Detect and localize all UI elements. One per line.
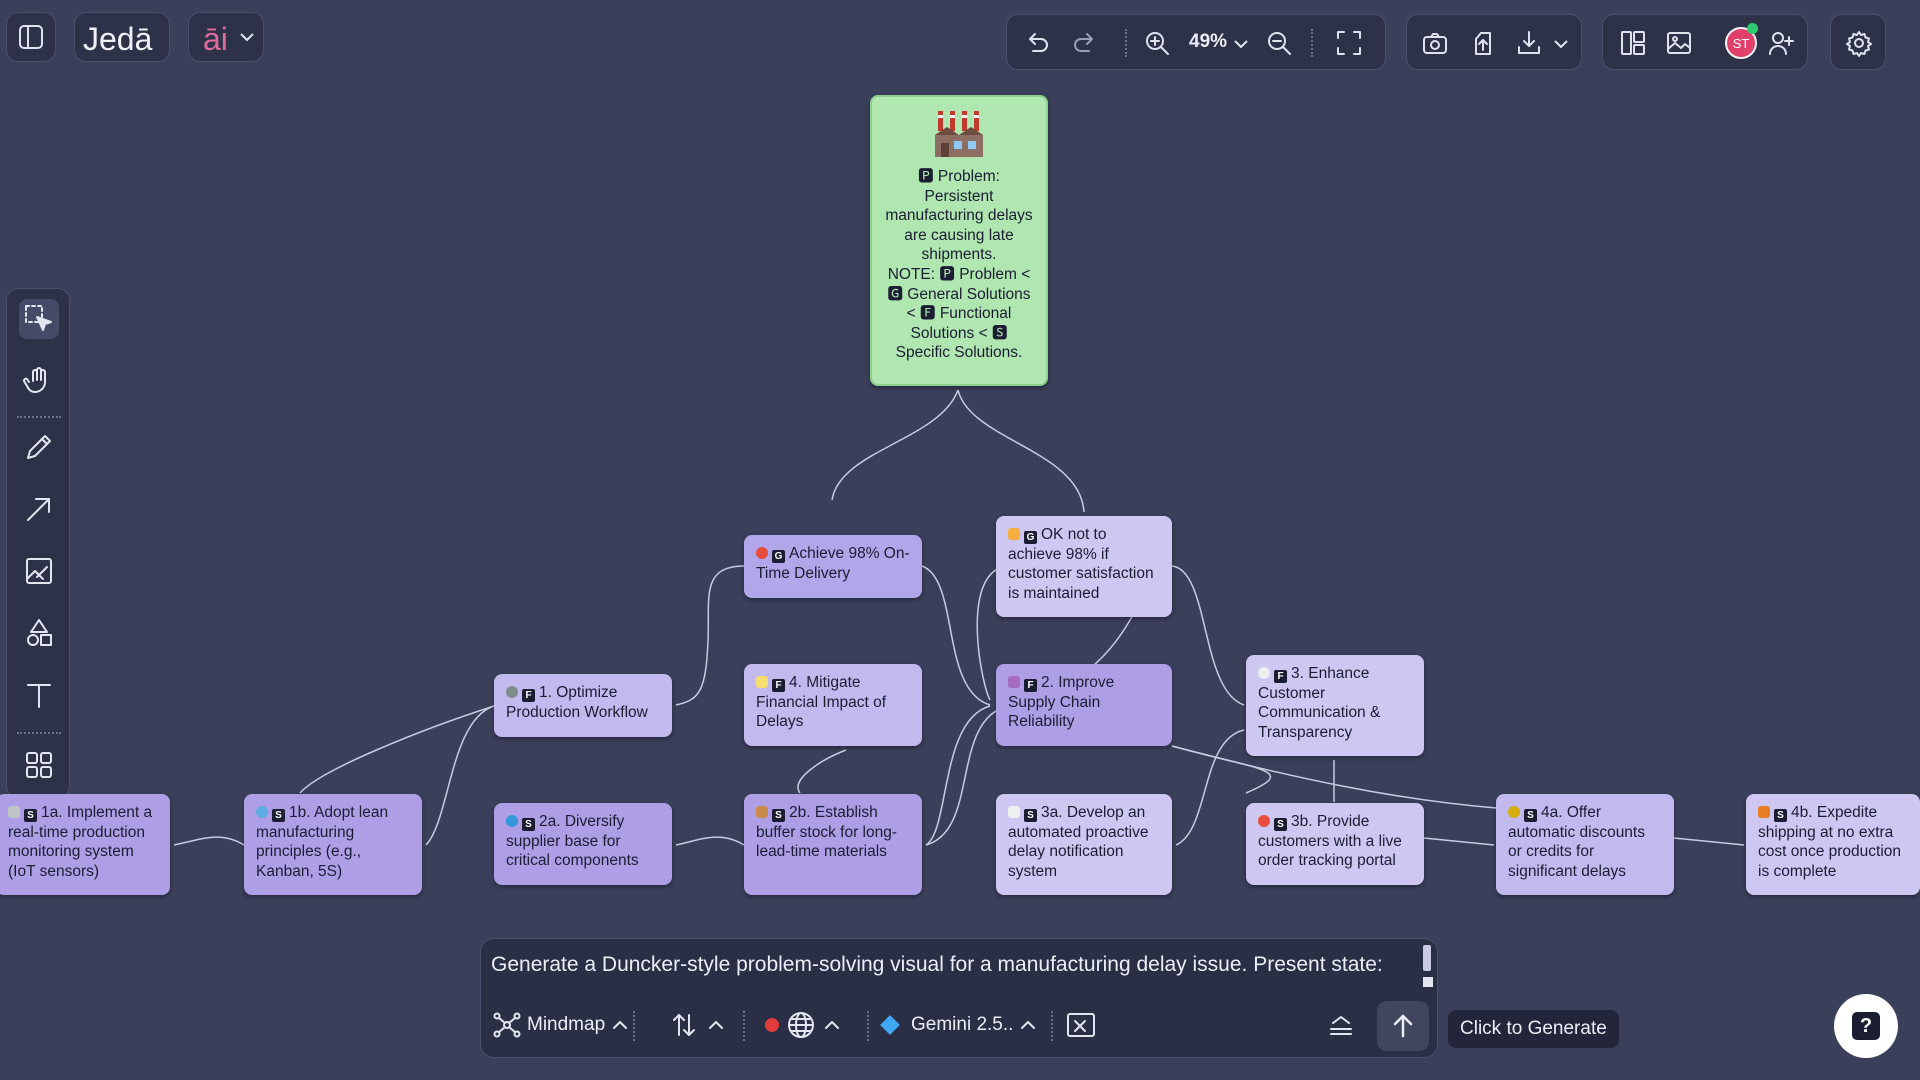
general-solution-node[interactable]: G Achieve 98% On-Time Delivery: [744, 535, 922, 598]
specific-solution-node[interactable]: S 1b. Adopt lean manufacturing principles…: [244, 794, 422, 895]
root-problem-node[interactable]: 🅿 Problem: Persistent manufacturing dela…: [870, 95, 1048, 386]
attach-button[interactable]: [1065, 1005, 1097, 1045]
help-button[interactable]: ?: [1834, 994, 1898, 1058]
specific-tag-icon: S: [1524, 809, 1537, 822]
specific-solution-node[interactable]: S 2a. Diversify supplier base for critica…: [494, 803, 672, 885]
general-solution-node[interactable]: G OK not to achieve 98% if customer satis…: [996, 516, 1172, 617]
specific-tag-icon: S: [772, 809, 785, 822]
functional-tag-icon: F: [772, 679, 785, 692]
specific-tag-icon: S: [24, 809, 37, 822]
connector: [675, 565, 745, 706]
general-tag-icon: G: [1024, 531, 1037, 544]
collapse-button[interactable]: [1327, 1005, 1355, 1045]
toolbar-divider: [1051, 1011, 1053, 1041]
specific-tag-icon: S: [522, 818, 535, 831]
connector: [957, 389, 1085, 513]
truck-icon: [1758, 806, 1770, 818]
generate-button[interactable]: [1377, 1001, 1429, 1051]
connector: [675, 836, 745, 846]
chevron-up-icon: [825, 1021, 839, 1029]
globe-icon: [788, 1012, 814, 1038]
direction-selector[interactable]: [671, 1005, 725, 1045]
model-selector[interactable]: Gemini 2.5..: [880, 1005, 1037, 1045]
functional-solution-node[interactable]: F 1. Optimize Production Workflow: [494, 674, 672, 737]
money-icon: [756, 676, 768, 688]
toolbar-divider: [743, 1011, 745, 1041]
functional-solution-node[interactable]: F 4. Mitigate Financial Impact of Delays: [744, 664, 922, 746]
chain-icon: [1008, 676, 1020, 688]
money-bag-icon: [1508, 806, 1520, 818]
chevron-up-icon: [613, 1021, 628, 1029]
functional-solution-node[interactable]: F 2. Improve Supply Chain Reliability: [996, 664, 1172, 746]
arrow-up-icon: [1393, 1014, 1413, 1038]
collapse-icon: [1330, 1016, 1352, 1035]
specific-tag-icon: S: [1024, 809, 1037, 822]
functional-tag-icon: F: [1274, 670, 1287, 683]
connector: [921, 565, 991, 706]
connector: [173, 836, 245, 846]
connector: [1673, 837, 1745, 846]
speech-bubble-icon: [1258, 667, 1270, 679]
mindmap-icon: [493, 1012, 521, 1038]
gear-icon: [506, 686, 518, 698]
factory-icon: [932, 107, 986, 161]
connector: [1171, 565, 1245, 706]
mode-label: Mindmap: [527, 1014, 606, 1035]
handshake-icon: [1008, 528, 1020, 540]
specific-solution-node[interactable]: S 4b. Expedite shipping at no extra cost …: [1746, 794, 1920, 895]
antenna-icon: [8, 806, 20, 818]
root-text: 🅿 Problem: Persistent manufacturing dela…: [885, 168, 1033, 362]
specific-solution-node[interactable]: S 3b. Provide customers with a live order…: [1246, 803, 1424, 885]
prompt-panel: Generate a Duncker-style problem-solving…: [480, 938, 1438, 1058]
connector: [797, 749, 847, 794]
specific-solution-node[interactable]: S 3a. Develop an automated proactive dela…: [996, 794, 1172, 895]
generate-tooltip: Click to Generate: [1448, 1010, 1619, 1048]
connector: [831, 389, 959, 501]
target-icon: [756, 547, 768, 559]
mode-selector[interactable]: Mindmap: [493, 1005, 629, 1045]
notification-icon: [1008, 806, 1020, 818]
web-search-toggle[interactable]: [765, 1005, 841, 1045]
specific-solution-node[interactable]: S 1a. Implement a real-time production mo…: [0, 794, 170, 895]
specific-solution-node[interactable]: S 2b. Establish buffer stock for long-lea…: [744, 794, 922, 895]
prompt-input[interactable]: Generate a Duncker-style problem-solving…: [491, 953, 1383, 977]
gem-icon: [880, 1015, 900, 1035]
specific-tag-icon: S: [1774, 809, 1787, 822]
chevron-up-icon: [1021, 1021, 1036, 1029]
specific-tag-icon: S: [1274, 818, 1287, 831]
functional-solution-node[interactable]: F 3. Enhance Customer Communication & Tra…: [1246, 655, 1424, 756]
toolbar-divider: [633, 1011, 635, 1041]
scrollbar[interactable]: [1423, 945, 1431, 971]
connector: [1423, 837, 1495, 846]
help-icon: ?: [1852, 1012, 1880, 1040]
model-label: Gemini 2.5..: [911, 1014, 1014, 1035]
package-icon: [756, 806, 768, 818]
screenshot-icon: [1067, 1013, 1095, 1037]
specific-tag-icon: S: [272, 809, 285, 822]
functional-tag-icon: F: [522, 689, 535, 702]
toolbar-divider: [867, 1011, 869, 1041]
connector: [299, 705, 495, 794]
connector: [1175, 729, 1245, 846]
resize-handle-icon[interactable]: [1423, 977, 1433, 987]
record-dot-icon: [765, 1018, 779, 1032]
pin-icon: [1258, 815, 1270, 827]
functional-tag-icon: F: [1024, 679, 1037, 692]
sort-arrows-icon: [673, 1014, 695, 1036]
specific-solution-node[interactable]: S 4a. Offer automatic discounts or credit…: [1496, 794, 1674, 895]
chevron-up-icon: [709, 1021, 723, 1029]
cycle-icon: [256, 806, 268, 818]
general-tag-icon: G: [772, 550, 785, 563]
globe-icon: [506, 815, 518, 827]
